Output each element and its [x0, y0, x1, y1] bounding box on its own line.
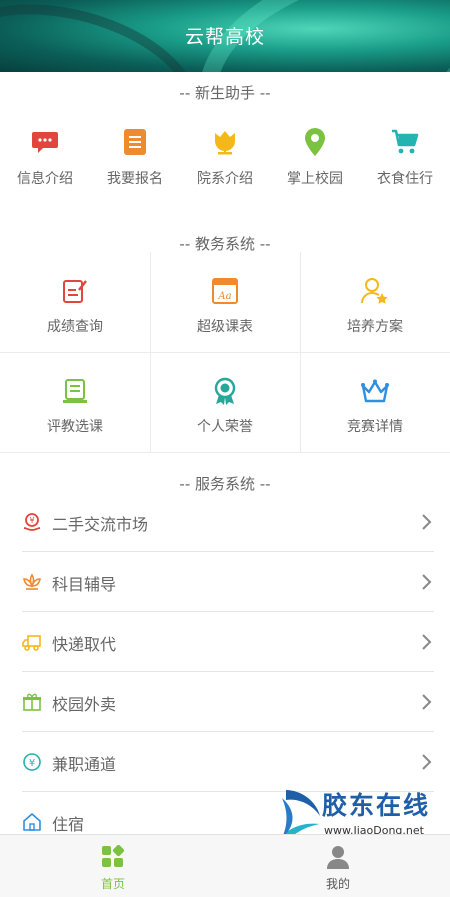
quick-item-label: 我要报名 — [107, 171, 163, 187]
bottom-tab-bar: 首页 我的 — [0, 834, 450, 897]
yen-icon: ¥ — [22, 752, 42, 772]
grid-item-label: 超级课表 — [197, 319, 253, 335]
apps-grid-icon — [102, 845, 125, 867]
svg-text:¥: ¥ — [29, 516, 34, 525]
list-item-label: 兼职通道 — [52, 755, 117, 774]
list-item-label: 二手交流市场 — [52, 515, 149, 534]
grid-item-label: 评教选课 — [47, 419, 103, 435]
grid-item-label: 成绩查询 — [47, 319, 103, 335]
map-pin-icon — [301, 128, 329, 156]
tab-home[interactable]: 首页 — [53, 845, 173, 892]
quick-item-label: 掌上校园 — [287, 171, 343, 187]
chat-bubble-icon — [31, 128, 59, 156]
grid-divider — [0, 452, 450, 453]
section-title-freshman: -- 新生助手 -- — [179, 84, 271, 102]
grid-item-training-plan[interactable]: 培养方案 — [300, 252, 450, 352]
gift-icon — [22, 692, 42, 712]
list-item-takeout[interactable]: 校园外卖 — [0, 672, 450, 732]
medal-icon — [210, 376, 240, 406]
coin-hand-icon: ¥ — [22, 512, 42, 532]
grid-item-label: 个人荣誉 — [197, 419, 253, 435]
quick-item-campus[interactable]: 掌上校园 — [270, 128, 360, 198]
chevron-right-icon — [420, 572, 434, 592]
user-star-icon — [360, 276, 390, 306]
list-item-parttime[interactable]: ¥ 兼职通道 — [0, 732, 450, 792]
grid-item-schedule[interactable]: Aa 超级课表 — [150, 252, 300, 352]
list-item-secondhand[interactable]: ¥ 二手交流市场 — [0, 492, 450, 552]
chevron-right-icon — [420, 512, 434, 532]
list-item-label: 住宿 — [52, 815, 85, 834]
svg-text:Aa: Aa — [217, 291, 231, 302]
section-title-service: -- 服务系统 -- — [179, 475, 271, 493]
edit-note-icon — [60, 276, 90, 306]
book-icon — [60, 376, 90, 406]
quick-item-departments[interactable]: 院系介绍 — [180, 128, 270, 198]
form-icon — [121, 128, 149, 156]
tab-home-label: 首页 — [100, 877, 125, 891]
user-icon — [327, 846, 349, 869]
quick-item-label: 院系介绍 — [197, 171, 253, 187]
tab-mine-label: 我的 — [325, 877, 350, 891]
grid-item-competition[interactable]: 竞赛详情 — [300, 352, 450, 452]
grid-item-label: 培养方案 — [347, 319, 403, 335]
truck-icon — [22, 632, 42, 652]
quick-item-label: 信息介绍 — [17, 171, 73, 187]
chevron-right-icon — [420, 692, 434, 712]
grid-item-grades[interactable]: 成绩查询 — [0, 252, 150, 352]
list-item-tutoring[interactable]: 科目辅导 — [0, 552, 450, 612]
quick-item-label: 衣食住行 — [377, 171, 433, 187]
chevron-right-icon — [420, 632, 434, 652]
list-item-delivery[interactable]: 快递取代 — [0, 612, 450, 672]
freshman-quick-row: 信息介绍 我要报名 院系介绍 掌上校园 衣食住行 — [0, 128, 450, 198]
quick-item-living[interactable]: 衣食住行 — [360, 128, 450, 198]
grid-item-honors[interactable]: 个人荣誉 — [150, 352, 300, 452]
tulip-icon — [211, 128, 239, 156]
list-item-label: 快递取代 — [52, 635, 117, 654]
svg-text:¥: ¥ — [29, 758, 35, 769]
cart-icon — [391, 128, 419, 156]
crown-icon — [360, 376, 390, 406]
section-title-academic: -- 教务系统 -- — [179, 235, 271, 253]
lotus-icon — [22, 572, 42, 592]
tab-mine[interactable]: 我的 — [278, 845, 398, 892]
grid-item-course-selection[interactable]: 评教选课 — [0, 352, 150, 452]
chevron-right-icon — [420, 752, 434, 772]
quick-item-info[interactable]: 信息介绍 — [0, 128, 90, 198]
home-icon — [22, 812, 42, 832]
academic-grid: 成绩查询 Aa 超级课表 培养方案 评教选课 个人荣誉 竞赛详情 — [0, 252, 450, 453]
app-header: 云帮高校 — [0, 0, 450, 72]
watermark-brand: 胶东在线 — [322, 791, 431, 820]
calendar-icon: Aa — [210, 276, 240, 306]
page-title: 云帮高校 — [184, 26, 265, 48]
grid-item-label: 竞赛详情 — [347, 419, 403, 435]
quick-item-signup[interactable]: 我要报名 — [90, 128, 180, 198]
list-item-label: 校园外卖 — [52, 695, 117, 714]
list-item-label: 科目辅导 — [52, 575, 117, 594]
